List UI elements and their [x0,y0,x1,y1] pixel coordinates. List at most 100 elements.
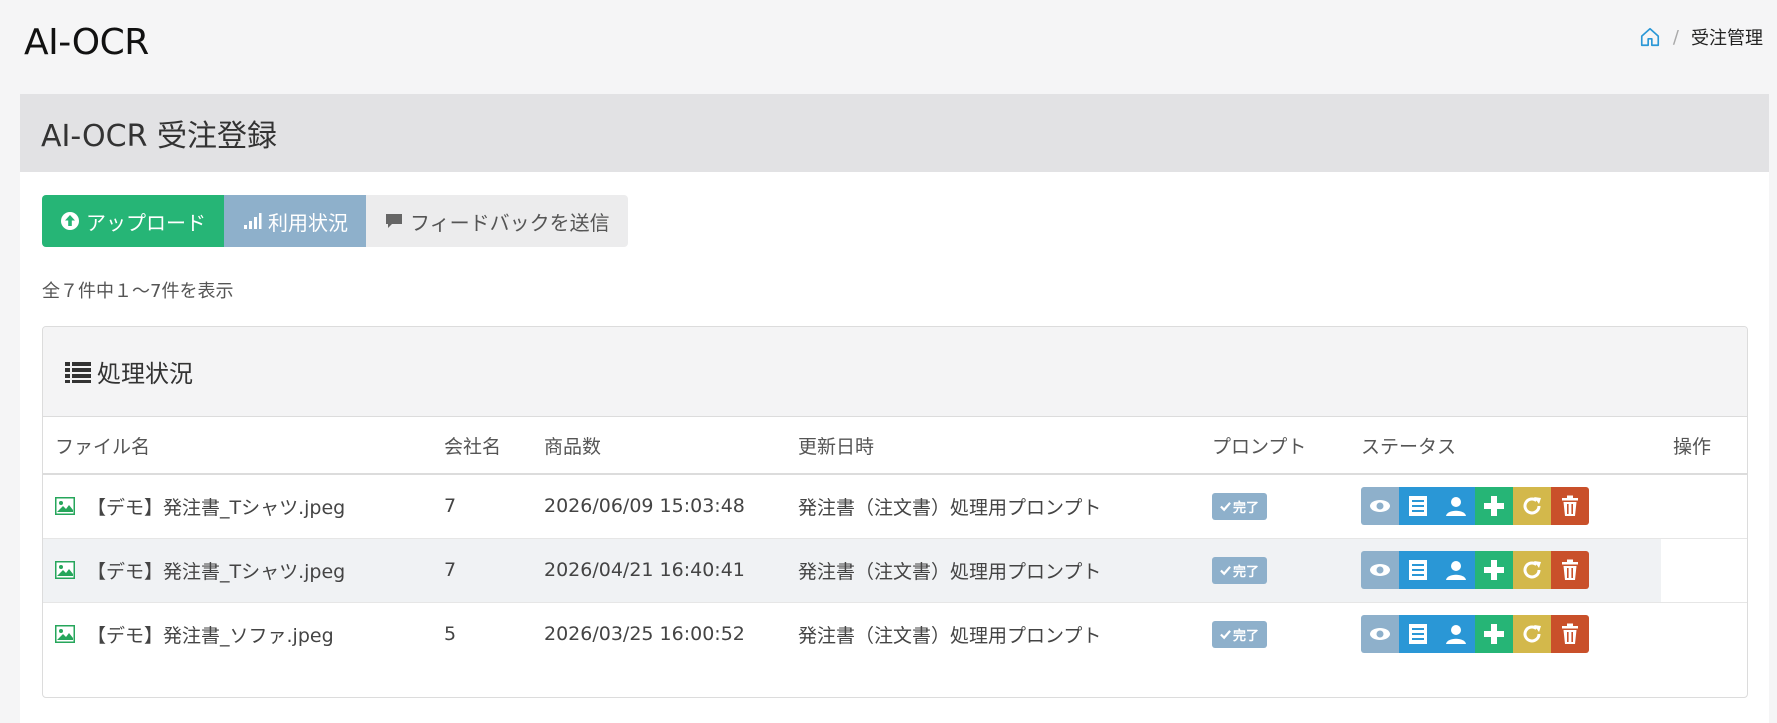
upload-button-label: アップロード [86,210,206,235]
app-title: AI-OCR [24,22,149,63]
status-badge-label: 完了 [1233,500,1260,516]
view-button[interactable] [1361,551,1399,589]
image-file-icon [55,497,75,516]
feedback-button[interactable]: フィードバックを送信 [366,195,628,247]
usage-button-label: 利用状況 [268,210,348,235]
ops-cell [1661,474,1747,539]
actions-cell [1349,538,1661,603]
col-header-prompt[interactable]: プロンプト [1200,417,1349,475]
reprocess-button[interactable] [1513,615,1551,654]
status-cell: 完了 [1200,602,1349,666]
check-icon [1220,501,1231,512]
updated-cell: 2026/04/21 16:40:41 [532,538,786,603]
table-row: 【デモ】発注書_ソファ.jpeg 5 2026/03/25 16:00:52 発… [43,602,1747,666]
file-cell[interactable]: 【デモ】発注書_ソファ.jpeg [43,602,432,666]
check-icon [1220,629,1231,640]
toolbar: アップロード 利用状況 フィードバックを送信 [42,195,628,247]
eye-icon [1370,500,1390,513]
home-icon[interactable] [1639,26,1661,48]
col-header-items[interactable]: 商品数 [532,417,786,475]
col-header-updated[interactable]: 更新日時 [786,417,1200,475]
ops-cell [1661,538,1747,603]
company-cell: 7 [432,538,532,603]
card-title: 処理状況 [97,360,193,388]
plus-icon [1484,496,1504,517]
card-header: 処理状況 [43,327,1747,417]
user-icon [1446,625,1466,645]
plus-icon [1484,560,1504,580]
add-button[interactable] [1475,487,1513,526]
delete-button[interactable] [1551,551,1589,589]
refresh-icon [1523,625,1541,643]
reprocess-button[interactable] [1513,551,1551,589]
assign-user-button[interactable] [1437,487,1475,526]
updated-cell: 2026/03/25 16:00:52 [544,623,745,646]
image-file-icon [55,625,75,644]
bar-chart-icon [244,213,262,229]
status-table: ファイル名 会社名 商品数 更新日時 プロンプト ステータス 操作 【デモ】発注… [43,417,1747,666]
result-count: 全７件中１～7件を表示 [42,281,234,302]
upload-button[interactable]: アップロード [42,195,224,247]
plus-icon [1484,624,1504,645]
refresh-icon [1523,561,1541,579]
file-cell[interactable]: 【デモ】発注書_Tシャツ.jpeg [43,474,432,539]
comment-icon [386,214,402,228]
detail-button[interactable] [1399,487,1437,526]
eye-icon [1370,628,1390,641]
status-badge: 完了 [1212,492,1268,520]
list-detail-icon [1409,496,1427,517]
breadcrumb-current: 受注管理 [1691,28,1763,49]
file-cell[interactable]: 【デモ】発注書_Tシャツ.jpeg [43,538,432,603]
prompt-cell: 発注書（注文書）処理用プロンプト [786,538,1200,603]
file-name: 【デモ】発注書_ソファ.jpeg [87,624,334,647]
status-badge-label: 完了 [1233,564,1260,580]
col-header-company[interactable]: 会社名 [432,417,532,475]
assign-user-button[interactable] [1437,551,1475,589]
trash-icon [1562,623,1578,645]
ops-cell [1661,602,1747,666]
table-header-row: ファイル名 会社名 商品数 更新日時 プロンプト ステータス 操作 [43,417,1747,475]
upload-icon [61,212,79,230]
breadcrumb-separator: / [1672,26,1679,48]
panel-title: AI-OCR 受注登録 [41,119,277,154]
panel-header: AI-OCR 受注登録 [20,94,1769,172]
status-card: 処理状況 ファイル名 会社名 商品数 更新日時 プロンプト ステータス 操作 【… [42,326,1748,698]
add-button[interactable] [1475,615,1513,654]
table-row: 【デモ】発注書_Tシャツ.jpeg 7 2026/04/21 16:40:41 … [43,538,1747,603]
user-icon [1446,561,1466,580]
file-name: 【デモ】発注書_Tシャツ.jpeg [87,496,346,519]
actions-cell [1349,474,1661,539]
status-cell: 完了 [1200,474,1349,539]
reprocess-button[interactable] [1513,487,1551,526]
list-icon [65,361,91,383]
company-cell: 7 [432,474,532,539]
add-button[interactable] [1475,551,1513,589]
detail-button[interactable] [1399,615,1437,654]
assign-user-button[interactable] [1437,615,1475,654]
col-header-ops: 操作 [1661,417,1747,475]
feedback-button-label: フィードバックを送信 [410,210,610,235]
view-button[interactable] [1361,615,1399,654]
file-name: 【デモ】発注書_Tシャツ.jpeg [87,560,346,583]
status-badge-label: 完了 [1233,628,1260,644]
list-detail-icon [1409,560,1427,580]
trash-icon [1562,559,1578,580]
company-cell: 5 [444,623,457,646]
status-badge: 完了 [1212,620,1268,648]
eye-icon [1370,564,1390,576]
list-detail-icon [1409,624,1427,645]
usage-button[interactable]: 利用状況 [224,195,366,247]
main-panel: AI-OCR 受注登録 アップロード 利用状況 フィードバックを送信 全７件中１… [20,94,1769,723]
trash-icon [1562,495,1578,517]
detail-button[interactable] [1399,551,1437,589]
breadcrumb: / 受注管理 [1639,24,1763,50]
actions-cell [1349,602,1661,666]
col-header-status[interactable]: ステータス [1349,417,1661,475]
delete-button[interactable] [1551,487,1589,526]
view-button[interactable] [1361,487,1399,526]
image-file-icon [55,561,75,579]
prompt-cell: 発注書（注文書）処理用プロンプト [798,624,1102,647]
check-icon [1220,565,1231,575]
delete-button[interactable] [1551,615,1589,654]
col-header-file[interactable]: ファイル名 [43,417,432,475]
